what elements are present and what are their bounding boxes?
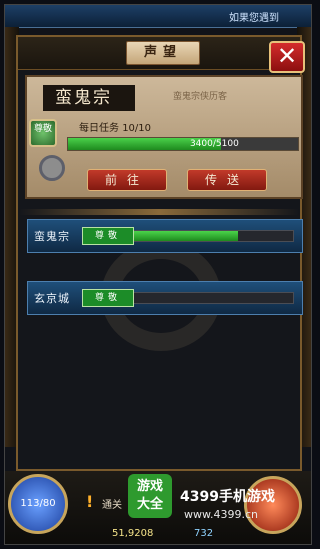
top-bar: 如果您遇到 xyxy=(5,5,311,28)
sect-info-card: 蛮鬼宗 蛮鬼宗侠历客 尊敬 每日任务 10/10 3400/5100 前往 传送 xyxy=(25,75,303,199)
watermark-url: www.4399.cn xyxy=(184,508,258,521)
top-hint-text: 如果您遇到 xyxy=(229,13,279,24)
hp-orb[interactable]: 113/80 xyxy=(8,474,68,534)
warning-icon: ! xyxy=(86,492,94,511)
faction-rank-tag: 尊敬 xyxy=(82,289,134,307)
gem-amount: 732 xyxy=(194,528,214,539)
progress-text: 3400/5100 xyxy=(189,139,239,149)
teleport-button[interactable]: 传送 xyxy=(187,169,267,191)
divider xyxy=(19,209,299,215)
watermark-text: 4399手机游戏 xyxy=(180,489,275,505)
go-button[interactable]: 前往 xyxy=(87,169,167,191)
faction-rank-tag: 尊敬 xyxy=(82,227,134,245)
sect-name: 蛮鬼宗 xyxy=(43,85,135,111)
gold-amount: 51,9208 xyxy=(112,528,154,539)
panel-header: 声望 xyxy=(18,37,300,70)
rank-badge: 尊敬 xyxy=(25,117,61,157)
faction-name: 玄京城 xyxy=(34,292,70,305)
sect-tip: 蛮鬼宗侠历客 xyxy=(173,92,228,102)
faction-name: 蛮鬼宗 xyxy=(34,230,70,243)
rank-icon: 尊敬 xyxy=(29,119,57,147)
close-button[interactable]: ✕ xyxy=(269,41,305,73)
level-ring-icon xyxy=(39,155,65,181)
reputation-row[interactable]: 玄京城 尊敬 xyxy=(27,281,303,315)
watermark-logo: 游戏 大全 xyxy=(128,474,172,518)
reputation-row[interactable]: 蛮鬼宗 尊敬 xyxy=(27,219,303,253)
reputation-progress-bar: 3400/5100 xyxy=(67,137,299,151)
game-screen: 如果您遇到 声望 ✕ 蛮鬼宗 蛮鬼宗侠历客 尊敬 每日任务 10/10 3400… xyxy=(4,4,312,545)
warning-text: 通关 xyxy=(102,500,122,511)
daily-task-label: 每日任务 xyxy=(79,123,119,134)
daily-task: 每日任务 10/10 xyxy=(79,119,151,134)
daily-task-value: 10/10 xyxy=(122,123,152,134)
panel-title: 声望 xyxy=(126,41,200,65)
